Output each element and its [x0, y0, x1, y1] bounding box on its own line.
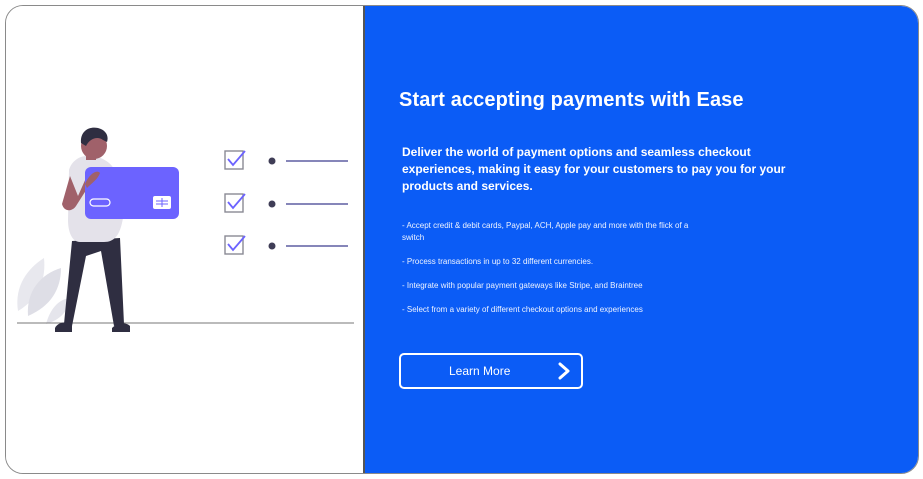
feature-item: - Select from a variety of different che… [402, 305, 643, 314]
feature-item: - Accept credit & debit cards, Paypal, A… [402, 221, 689, 242]
checklist-row [224, 235, 348, 255]
checklist-row [224, 193, 348, 213]
illustration-panel [6, 6, 363, 473]
learn-more-label: Learn More [449, 364, 511, 378]
checklist-row [224, 150, 348, 170]
feature-item: - Integrate with popular payment gateway… [402, 281, 643, 290]
payments-card: Start accepting payments with Ease Deliv… [5, 5, 919, 474]
lead-paragraph: Deliver the world of payment options and… [402, 145, 786, 193]
credit-card-illustration [85, 167, 179, 219]
payment-illustration [17, 127, 354, 332]
info-panel: Start accepting payments with Ease Deliv… [365, 6, 918, 473]
page-title: Start accepting payments with Ease [399, 89, 744, 111]
person-figure [55, 127, 130, 332]
feature-list: - Accept credit & debit cards, Paypal, A… [402, 220, 702, 328]
chevron-right-icon [558, 362, 570, 380]
learn-more-button[interactable]: Learn More [399, 353, 583, 389]
feature-item: - Process transactions in up to 32 diffe… [402, 257, 594, 266]
